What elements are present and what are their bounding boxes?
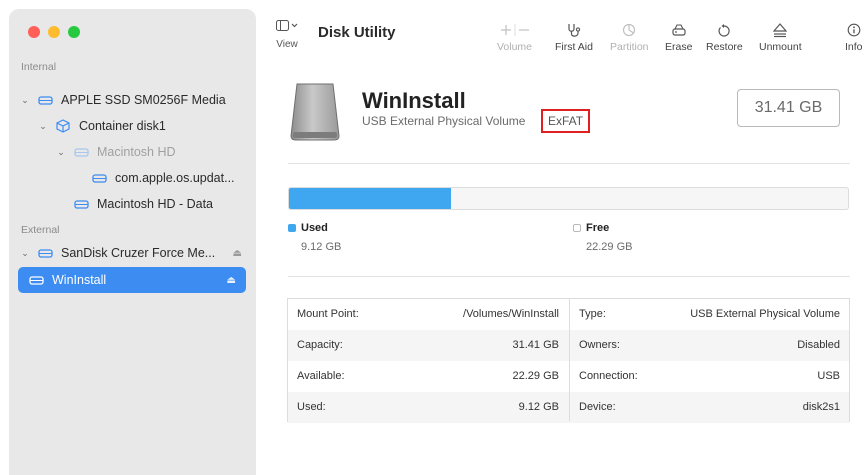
- info-value: /Volumes/WinInstall: [463, 308, 559, 320]
- info-key: Used:: [297, 401, 326, 413]
- first-aid-label: First Aid: [555, 41, 593, 53]
- sidebar-item-macintosh-hd-data[interactable]: Macintosh HD - Data: [9, 191, 256, 217]
- minimize-window-button[interactable]: [48, 26, 60, 38]
- sidebar-item-sandisk[interactable]: ⌄ SanDisk Cruzer Force Me... ⏏: [9, 240, 256, 266]
- drive-icon: [37, 245, 53, 261]
- sidebar-item-label: Container disk1: [79, 119, 166, 133]
- column-separator: [569, 299, 570, 421]
- chevron-down-icon[interactable]: ⌄: [37, 121, 49, 132]
- info-label: Info: [845, 41, 863, 53]
- pie-icon: [610, 22, 649, 38]
- drive-icon: [37, 92, 53, 108]
- info-key: Owners:: [579, 339, 620, 351]
- info-value: 22.29 GB: [512, 370, 559, 382]
- sidebar-item-os-update[interactable]: com.apple.os.updat...: [9, 165, 256, 191]
- volume-subtitle: USB External Physical Volume: [362, 114, 526, 128]
- info-value: USB External Physical Volume: [690, 308, 840, 320]
- info-value: 31.41 GB: [512, 339, 559, 351]
- sidebar-item-wininstall[interactable]: WinInstall ⏏: [18, 267, 246, 293]
- info-value: Disabled: [797, 339, 840, 351]
- close-window-button[interactable]: [28, 26, 40, 38]
- external-drive-icon: [289, 82, 341, 142]
- volume-name: WinInstall: [362, 88, 466, 113]
- divider: [288, 276, 850, 277]
- unmount-button[interactable]: Unmount: [759, 22, 802, 53]
- view-button[interactable]: View: [276, 20, 298, 50]
- sidebar-toggle-icon: [276, 20, 298, 35]
- eject-icon[interactable]: ⏏: [227, 275, 236, 286]
- sidebar-item-macintosh-hd[interactable]: ⌄ Macintosh HD: [9, 139, 256, 165]
- info-key: Connection:: [579, 370, 638, 382]
- partition-label: Partition: [610, 41, 649, 53]
- sidebar-item-apple-ssd[interactable]: ⌄ APPLE SSD SM0256F Media: [9, 87, 256, 113]
- info-button[interactable]: Info: [845, 22, 863, 53]
- divider: [288, 163, 850, 164]
- used-label: Used: [301, 222, 328, 234]
- sidebar-item-label: WinInstall: [52, 273, 107, 287]
- info-key: Type:: [579, 308, 606, 320]
- used-value: 9.12 GB: [301, 241, 342, 253]
- sidebar-item-label: SanDisk Cruzer Force Me...: [61, 246, 216, 260]
- volume-button-label: Volume: [497, 41, 533, 53]
- volume-button[interactable]: Volume: [497, 22, 532, 53]
- view-label: View: [276, 39, 298, 50]
- volume-icon: [73, 196, 89, 212]
- volume-size-box: 31.41 GB: [737, 89, 840, 127]
- erase-button[interactable]: Erase: [665, 22, 692, 53]
- sidebar-item-label: Macintosh HD: [97, 145, 176, 159]
- restore-button[interactable]: Restore: [706, 22, 743, 53]
- sidebar-item-container-disk1[interactable]: ⌄ Container disk1: [9, 113, 256, 139]
- filesystem-badge: ExFAT: [541, 109, 591, 133]
- volume-icon: [73, 144, 89, 160]
- info-key: Mount Point:: [297, 308, 359, 320]
- chevron-down-icon[interactable]: ⌄: [19, 248, 31, 259]
- first-aid-button[interactable]: First Aid: [555, 22, 593, 53]
- container-cube-icon: [55, 118, 71, 134]
- info-value: disk2s1: [802, 401, 840, 413]
- info-key: Capacity:: [297, 339, 343, 351]
- free-value: 22.29 GB: [586, 241, 633, 253]
- usage-bar-used-fill: [289, 188, 452, 209]
- window-title: Disk Utility: [318, 24, 396, 41]
- free-label: Free: [586, 222, 610, 234]
- volume-icon: [91, 170, 107, 186]
- sidebar-section-internal: Internal: [21, 61, 57, 73]
- sidebar: Internal ⌄ APPLE SSD SM0256F Media ⌄ Con…: [9, 9, 256, 475]
- volume-icon: [28, 272, 44, 288]
- unmount-label: Unmount: [759, 41, 802, 53]
- stethoscope-icon: [555, 22, 593, 38]
- eject-icon: [759, 22, 802, 38]
- used-swatch: [288, 224, 296, 232]
- partition-button[interactable]: Partition: [610, 22, 649, 53]
- info-value: 9.12 GB: [518, 401, 559, 413]
- toolbar: View Disk Utility Volume First Aid Parti…: [256, 0, 868, 60]
- info-key: Available:: [297, 370, 345, 382]
- info-icon: [845, 22, 863, 38]
- erase-label: Erase: [665, 41, 693, 53]
- plus-minus-icon: [497, 22, 532, 38]
- sidebar-item-label: Macintosh HD - Data: [97, 197, 214, 211]
- sidebar-item-label: com.apple.os.updat...: [115, 171, 235, 185]
- restore-icon: [706, 22, 743, 38]
- zoom-window-button[interactable]: [68, 26, 80, 38]
- free-swatch: [573, 224, 581, 232]
- sidebar-item-label: APPLE SSD SM0256F Media: [61, 93, 226, 107]
- info-key: Device:: [579, 401, 616, 413]
- legend-free: Free 22.29 GB: [573, 222, 632, 253]
- chevron-down-icon[interactable]: ⌄: [19, 95, 31, 106]
- eject-icon[interactable]: ⏏: [233, 248, 242, 259]
- legend-used: Used 9.12 GB: [288, 222, 341, 253]
- info-value: USB: [817, 370, 840, 382]
- restore-label: Restore: [706, 41, 743, 53]
- traffic-lights: [28, 26, 80, 38]
- chevron-down-icon[interactable]: ⌄: [55, 147, 67, 158]
- erase-icon: [665, 22, 692, 38]
- sidebar-section-external: External: [21, 224, 60, 236]
- usage-bar: [288, 187, 849, 210]
- info-table: Mount Point: /Volumes/WinInstall Type: U…: [287, 298, 850, 423]
